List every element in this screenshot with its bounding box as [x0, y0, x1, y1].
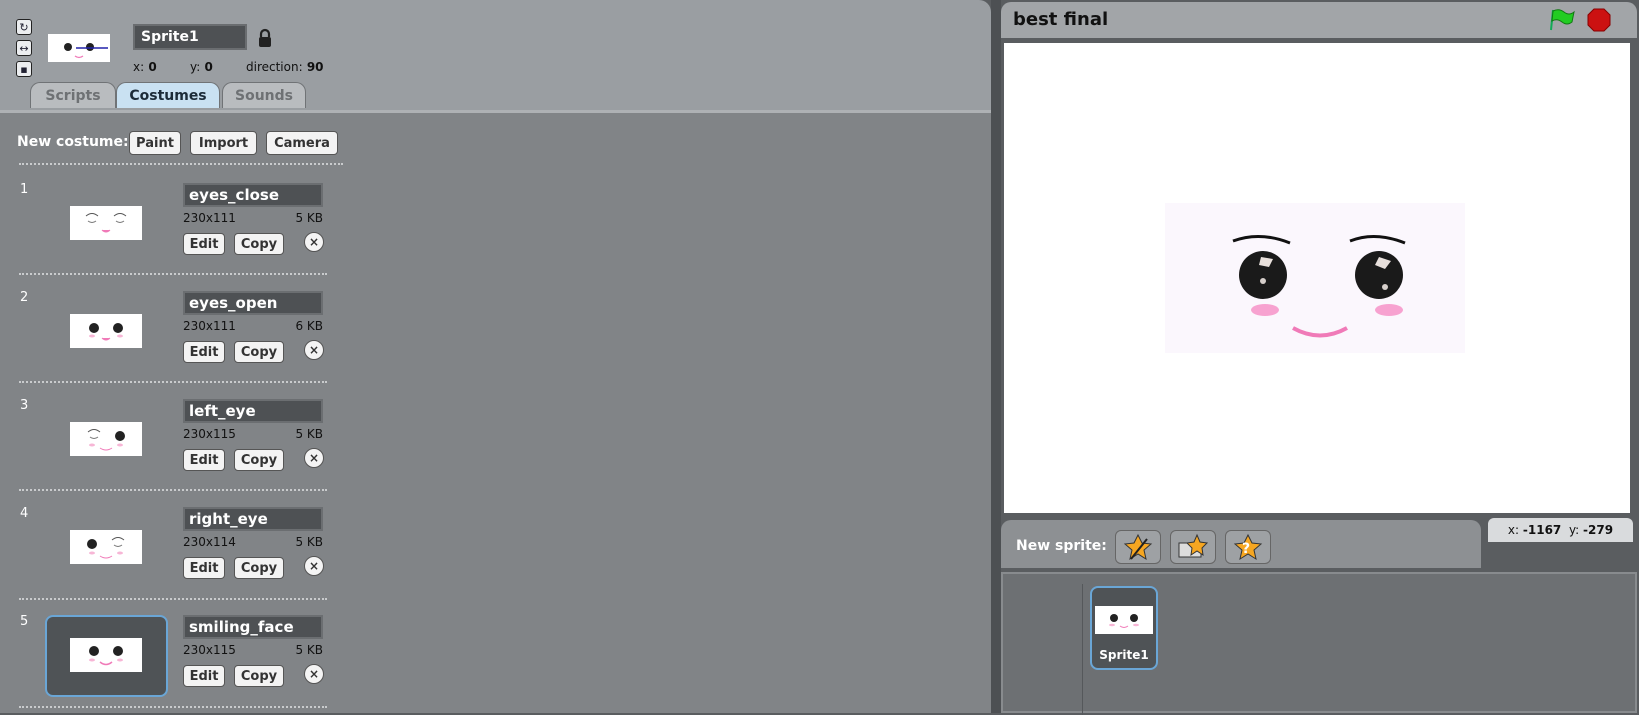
costume-number: 4: [20, 506, 29, 521]
edit-button[interactable]: Edit: [183, 665, 225, 687]
face-icon: [1232, 235, 1406, 338]
paint-sprite-icon[interactable]: [1115, 530, 1161, 564]
face-eyes-open-icon: [89, 323, 123, 341]
face-smiling-icon: [89, 646, 123, 666]
face-icon: [1109, 614, 1139, 628]
panel-divider[interactable]: [991, 0, 1001, 713]
green-flag-icon[interactable]: [1549, 8, 1575, 36]
sprite-name-field[interactable]: Sprite1: [133, 24, 247, 50]
costume-number: 2: [20, 290, 29, 305]
close-icon[interactable]: ×: [304, 556, 324, 576]
stage-canvas[interactable]: [1004, 43, 1630, 513]
costume-name-field[interactable]: smiling_face: [183, 615, 323, 639]
stage-column-divider: [1082, 584, 1083, 715]
new-costume-label: New costume:: [17, 134, 129, 150]
stage-header: best final: [1001, 2, 1637, 38]
face-eyes-closed-icon: [85, 213, 127, 233]
close-icon[interactable]: ×: [304, 664, 324, 684]
close-icon[interactable]: ×: [304, 448, 324, 468]
costume-number: 1: [20, 182, 29, 197]
sprite-tile-label: Sprite1: [1099, 648, 1149, 662]
copy-button[interactable]: Copy: [234, 557, 284, 579]
costume-name-field[interactable]: eyes_close: [183, 183, 323, 207]
copy-button[interactable]: Copy: [234, 233, 284, 255]
no-rotate-icon[interactable]: ▪: [16, 61, 32, 77]
lock-icon[interactable]: [257, 28, 273, 52]
edit-button[interactable]: Edit: [183, 233, 225, 255]
project-title: best final: [1013, 9, 1109, 30]
paint-button[interactable]: Paint: [129, 131, 181, 155]
copy-button[interactable]: Copy: [234, 341, 284, 363]
surprise-sprite-icon[interactable]: ?: [1225, 530, 1271, 564]
mouse-coordinates: x: -1167 y: -279: [1488, 518, 1633, 542]
costume-thumbnail[interactable]: [70, 314, 142, 348]
costume-meta: 230x114 5 KB: [183, 535, 323, 549]
costume-name-field[interactable]: right_eye: [183, 507, 323, 531]
costume-meta: 230x111 6 KB: [183, 319, 323, 333]
costume-meta: 230x115 5 KB: [183, 643, 323, 657]
divider: [19, 273, 327, 275]
divider: [19, 706, 327, 708]
costume-thumbnail[interactable]: [70, 530, 142, 564]
edit-button[interactable]: Edit: [183, 449, 225, 471]
costume-name-field[interactable]: eyes_open: [183, 291, 323, 315]
sprite-x-readout: x: 0: [133, 60, 157, 74]
costume-number: 5: [20, 614, 29, 629]
sprite-y-readout: y: 0: [190, 60, 213, 74]
sprite-direction-readout: direction: 90: [246, 60, 324, 74]
sprite-list-panel: Sprite1: [1001, 572, 1637, 715]
costume-meta: 230x111 5 KB: [183, 211, 323, 225]
divider: [19, 381, 327, 383]
tab-sounds[interactable]: Sounds: [222, 82, 306, 108]
close-icon[interactable]: ×: [304, 232, 324, 252]
costume-number: 3: [20, 398, 29, 413]
copy-button[interactable]: Copy: [234, 665, 284, 687]
close-icon[interactable]: ×: [304, 340, 324, 360]
costume-thumbnail[interactable]: [70, 422, 142, 456]
tab-costumes[interactable]: Costumes: [116, 82, 220, 108]
new-sprite-bar: New sprite: ?: [1001, 520, 1481, 568]
costume-thumbnail[interactable]: [70, 638, 142, 672]
copy-button[interactable]: Copy: [234, 449, 284, 471]
sprite-tile[interactable]: Sprite1: [1090, 586, 1158, 670]
sprite-info-panel: ↻ ↔ ▪ Sprite1 x: 0 y: 0 direction: 90 Sc…: [0, 0, 991, 110]
divider: [19, 598, 327, 600]
face-right-eye-icon: [87, 537, 125, 559]
svg-text:?: ?: [1242, 541, 1250, 557]
face-icon: [64, 43, 108, 59]
open-sprite-icon[interactable]: [1170, 530, 1216, 564]
sprite-on-stage[interactable]: [1165, 203, 1465, 353]
camera-button[interactable]: Camera: [266, 131, 338, 155]
costume-thumbnail[interactable]: [70, 206, 142, 240]
new-sprite-label: New sprite:: [1016, 538, 1107, 554]
edit-button[interactable]: Edit: [183, 341, 225, 363]
divider: [19, 489, 327, 491]
edit-button[interactable]: Edit: [183, 557, 225, 579]
flip-icon[interactable]: ↔: [16, 40, 32, 56]
sprite-thumbnail: [1095, 606, 1153, 634]
rotate-icon[interactable]: ↻: [16, 19, 32, 35]
import-button[interactable]: Import: [190, 131, 257, 155]
costume-meta: 230x115 5 KB: [183, 427, 323, 441]
sprite-thumbnail: [48, 34, 110, 62]
divider: [19, 163, 343, 165]
costume-name-field[interactable]: left_eye: [183, 399, 323, 423]
face-left-eye-icon: [87, 429, 125, 451]
tab-scripts[interactable]: Scripts: [30, 82, 116, 108]
stop-icon[interactable]: [1587, 8, 1611, 36]
